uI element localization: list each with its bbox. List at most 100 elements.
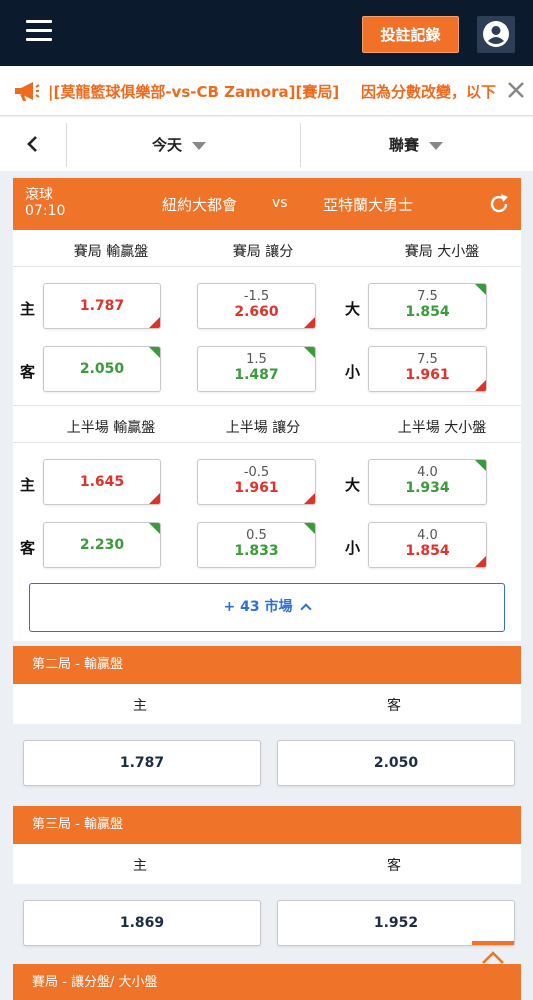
hamburger-menu-icon[interactable]	[26, 20, 52, 42]
match-header: 滾球 07:10 紐約大都會 vs 亞特蘭大勇士	[13, 178, 521, 230]
first-half-odds-panel: 上半場 輸贏盤 上半場 讓分 上半場 大小盤 主 客 大 小 1.645 2.2…	[13, 406, 521, 641]
odds-price: 1.934	[405, 480, 450, 496]
handicap-line: 0.5	[246, 528, 267, 543]
odds-up-indicator	[149, 523, 160, 534]
total-line: 7.5	[417, 352, 438, 367]
odds-price: 1.854	[405, 543, 450, 559]
under-row-label: 小	[345, 539, 361, 557]
away-handicap-odds[interactable]: 0.5 1.833	[197, 522, 316, 568]
odds-price: 1.487	[234, 367, 279, 383]
user-icon	[483, 21, 509, 47]
odds-down-indicator	[149, 493, 160, 504]
handicap-line: 1.5	[246, 352, 267, 367]
odds-price: 2.660	[234, 304, 279, 320]
total-line: 7.5	[417, 289, 438, 304]
total-header: 上半場 大小盤	[397, 420, 487, 436]
odds-down-indicator	[475, 380, 486, 391]
more-markets-button[interactable]: + 43 市場	[29, 583, 505, 632]
odds-price: 2.230	[79, 537, 125, 553]
date-filter-label: 今天	[152, 136, 183, 154]
away-row-label: 客	[20, 539, 36, 557]
account-button[interactable]	[477, 16, 515, 53]
divider	[66, 123, 67, 167]
handicap-line: -1.5	[243, 289, 270, 304]
top-bar: 投註記錄	[0, 0, 533, 66]
away-row-label: 客	[20, 363, 36, 381]
bet-record-button[interactable]: 投註記錄	[362, 16, 459, 53]
home-team-name: 紐約大都會	[162, 196, 238, 214]
handicap-header: 賽局 讓分	[232, 244, 294, 260]
match-handicap-total-section-header[interactable]: 賽局 - 讓分盤/ 大小盤	[13, 964, 521, 1000]
away-handicap-odds[interactable]: 1.5 1.487	[197, 346, 316, 392]
home-column-label: 主	[133, 698, 147, 714]
notice-message: |[莫龍籃球俱樂部-vs-CB Zamora][賽局] 因為分數改變，以下	[48, 81, 496, 101]
inning3-column-labels: 主 客	[13, 844, 521, 884]
league-filter-label: 聯賽	[389, 136, 420, 154]
more-markets-label: + 43 市場	[223, 599, 293, 615]
date-filter-dropdown[interactable]: 今天	[152, 134, 207, 155]
inning2-odds-row: 1.787 2.050	[13, 724, 521, 804]
caret-down-icon	[429, 141, 444, 150]
match-clock: 07:10	[25, 203, 66, 219]
odds-price: 1.854	[405, 304, 450, 320]
odds-price: 1.787	[79, 298, 125, 314]
home-moneyline-odds[interactable]: 1.787	[43, 283, 161, 329]
odds-up-indicator	[304, 347, 315, 358]
odds-price: 1.961	[234, 480, 279, 496]
refresh-icon[interactable]	[487, 192, 511, 216]
inning2-home-odds[interactable]: 1.787	[23, 740, 261, 786]
full-game-odds-panel: 賽局 輸贏盤 賽局 讓分 賽局 大小盤 主 客 大 小 1.787 2.050 …	[13, 230, 521, 406]
away-team-name: 亞特蘭大勇士	[323, 196, 414, 214]
divider	[13, 442, 521, 443]
odds-up-indicator	[149, 347, 160, 358]
chevron-up-icon	[300, 603, 313, 615]
odds-down-indicator	[304, 493, 315, 504]
versus-label: vs	[272, 195, 288, 211]
live-status: 滾球	[25, 187, 53, 203]
divider	[300, 123, 301, 167]
under-total-odds[interactable]: 7.5 1.961	[368, 346, 487, 392]
home-handicap-odds[interactable]: -1.5 2.660	[197, 283, 316, 329]
odds-price: 1.833	[234, 543, 279, 559]
notice-bar: |[莫龍籃球俱樂部-vs-CB Zamora][賽局] 因為分數改變，以下	[0, 66, 533, 116]
inning3-away-odds[interactable]: 1.952	[277, 900, 515, 946]
over-row-label: 大	[345, 476, 361, 494]
over-total-odds[interactable]: 4.0 1.934	[368, 459, 487, 505]
under-total-odds[interactable]: 4.0 1.854	[368, 522, 487, 568]
total-header: 賽局 大小盤	[404, 244, 480, 260]
away-column-label: 客	[387, 858, 401, 874]
moneyline-header: 賽局 輸贏盤	[73, 244, 149, 260]
inning3-section-header[interactable]: 第三局 - 輸贏盤	[13, 806, 521, 844]
handicap-header: 上半場 讓分	[225, 420, 301, 436]
home-row-label: 主	[20, 300, 36, 318]
back-chevron-icon[interactable]	[24, 135, 42, 153]
odds-price: 2.050	[79, 361, 125, 377]
odds-up-indicator	[304, 523, 315, 534]
odds-up-indicator	[475, 460, 486, 471]
away-moneyline-odds[interactable]: 2.230	[43, 522, 161, 568]
inning2-away-odds[interactable]: 2.050	[277, 740, 515, 786]
total-line: 4.0	[417, 528, 438, 543]
inning2-section-header[interactable]: 第二局 - 輸贏盤	[13, 646, 521, 684]
odds-down-indicator	[149, 317, 160, 328]
over-total-odds[interactable]: 7.5 1.854	[368, 283, 487, 329]
home-handicap-odds[interactable]: -0.5 1.961	[197, 459, 316, 505]
inning3-home-odds[interactable]: 1.869	[23, 900, 261, 946]
league-filter-dropdown[interactable]: 聯賽	[389, 134, 444, 155]
moneyline-header: 上半場 輸贏盤	[66, 420, 156, 436]
odds-price: 1.961	[405, 367, 450, 383]
home-moneyline-odds[interactable]: 1.645	[43, 459, 161, 505]
notice-left-text: |[莫龍籃球俱樂部-vs-CB Zamora][賽局]	[48, 83, 340, 101]
total-line: 4.0	[417, 465, 438, 480]
caret-down-icon	[192, 141, 207, 150]
scroll-to-top-icon[interactable]	[472, 941, 514, 971]
inning3-odds-row: 1.869 1.952	[13, 884, 521, 964]
notice-right-text: 因為分數改變，以下	[354, 81, 496, 101]
away-moneyline-odds[interactable]: 2.050	[43, 346, 161, 392]
divider	[13, 266, 521, 267]
home-row-label: 主	[20, 476, 36, 494]
megaphone-icon	[15, 82, 40, 101]
over-row-label: 大	[345, 300, 361, 318]
handicap-line: -0.5	[243, 465, 270, 480]
close-icon[interactable]	[506, 80, 526, 100]
